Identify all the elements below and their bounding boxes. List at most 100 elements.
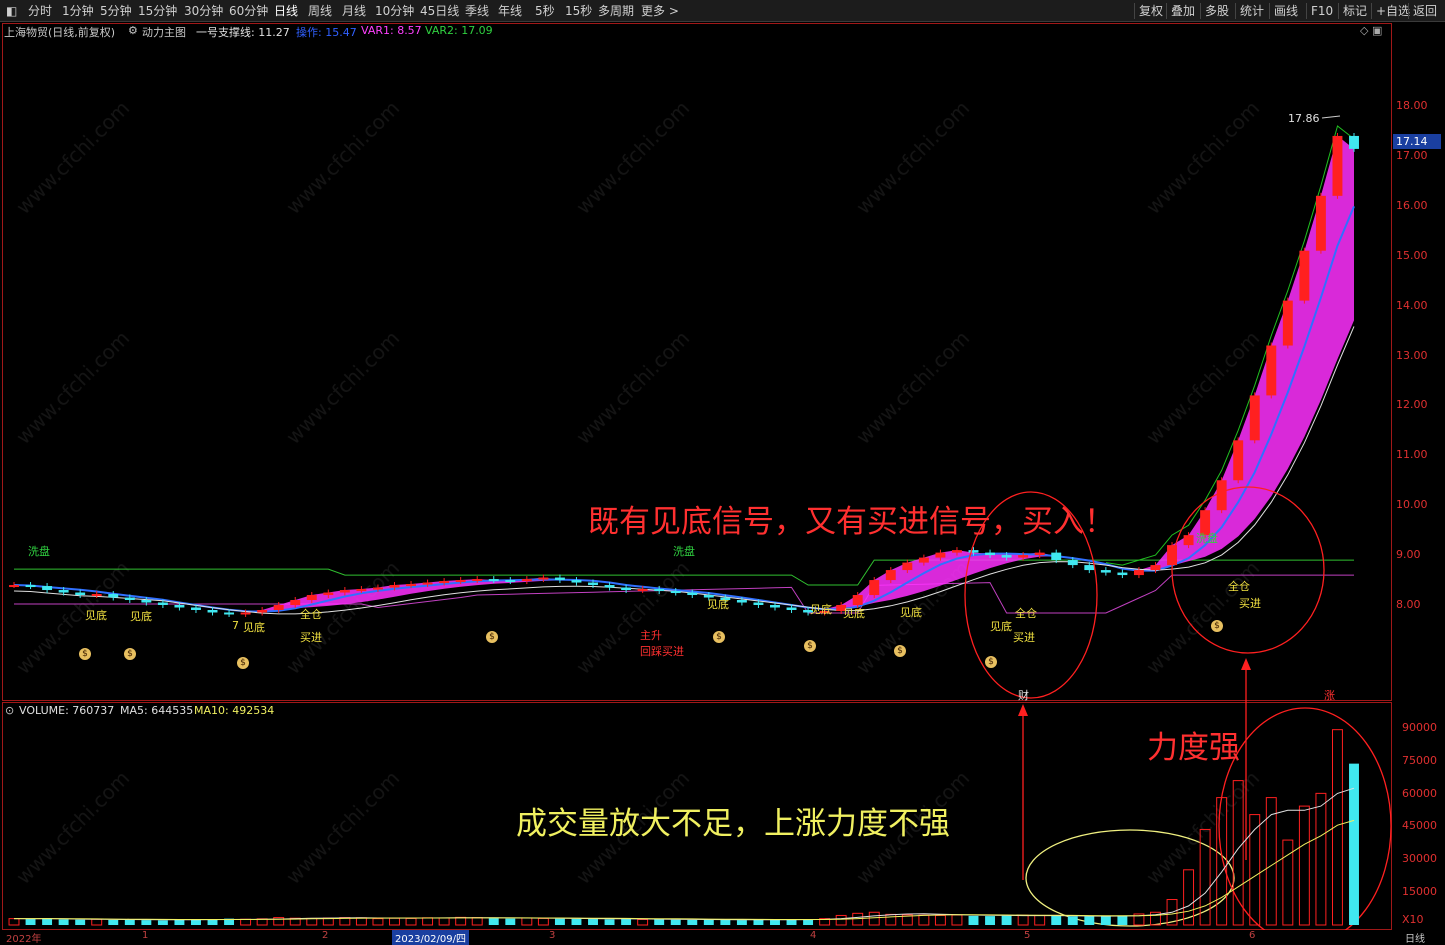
volume-bar — [207, 919, 218, 925]
candle-body — [157, 602, 168, 605]
volume-bar — [1100, 915, 1111, 925]
volume-bar — [951, 914, 963, 926]
money-bag-icon: $ — [985, 656, 997, 668]
annotation-arrow-head — [1018, 704, 1028, 716]
money-bag-icon: $ — [1211, 620, 1223, 632]
volume-bar — [8, 918, 20, 926]
candle-body — [306, 595, 317, 601]
candle-body — [604, 585, 615, 588]
buy-signal-annotation: 既有见底信号，又有买进信号，买入！ — [588, 504, 1115, 540]
candle-body — [207, 609, 218, 613]
candle-body — [770, 605, 780, 608]
candle-body — [1315, 195, 1326, 251]
candle-body — [869, 580, 880, 596]
candle-body — [1051, 552, 1062, 561]
volume-tick-label: 15000 — [1402, 885, 1437, 898]
candle-body — [257, 609, 268, 613]
volume-bar — [42, 918, 53, 925]
candle-body — [9, 585, 19, 588]
toolbar-separator — [1408, 3, 1409, 19]
price-tick-label: 12.00 — [1396, 398, 1428, 412]
highlight-circle — [1218, 707, 1392, 930]
candle-body — [786, 607, 797, 610]
price-tick-label: 15.00 — [1396, 248, 1428, 262]
candle-body — [372, 587, 383, 590]
volume-bar — [488, 918, 499, 925]
signal-quancang: 全仓 — [1228, 580, 1250, 593]
signal-mairu: 买进 — [1239, 597, 1261, 610]
candle-body — [191, 607, 201, 610]
signal-xipan: 洗盘 — [28, 545, 50, 558]
candle-body — [75, 592, 86, 596]
candle-body — [654, 589, 665, 592]
volume-bar — [75, 919, 86, 925]
money-bag-icon: $ — [804, 640, 816, 652]
price-tick-label: 9.00 — [1396, 548, 1421, 562]
volume-bar — [803, 919, 814, 925]
candle-body — [1249, 395, 1260, 441]
volume-bar — [141, 920, 152, 925]
volume-bar — [405, 917, 417, 926]
candle-body — [637, 589, 648, 592]
highlight-circle — [1025, 829, 1235, 927]
signal-jiandi: 见底 — [843, 607, 865, 620]
watermark-text: www.cfchi.com — [281, 766, 404, 889]
volume-bar — [25, 919, 36, 925]
volume-bar — [985, 916, 996, 925]
candle-body — [968, 550, 979, 553]
volume-bar — [240, 918, 252, 926]
candle-body — [885, 570, 896, 581]
last-price-flag: 17.14 — [1393, 134, 1441, 149]
signal-jiandi: 见底 — [900, 606, 922, 619]
candle-body — [58, 590, 69, 593]
candle-body — [521, 579, 532, 582]
price-tick-label: 8.00 — [1396, 598, 1421, 611]
candle-body — [455, 580, 466, 583]
volume-tick-label: X10 — [1402, 913, 1424, 926]
candle-body — [488, 579, 499, 582]
volume-bar — [621, 919, 632, 925]
watermark-text: www.cfchi.com — [571, 556, 694, 679]
candle-body — [621, 587, 632, 591]
candle-body — [1266, 345, 1277, 396]
strength-annotation: 力度强 — [1147, 730, 1240, 766]
volume-bar — [835, 914, 847, 926]
volume-bar — [174, 919, 185, 925]
candle-body — [687, 592, 698, 596]
volume-bar — [885, 913, 897, 926]
volume-bar — [1265, 797, 1277, 926]
toolbar-button-8[interactable]: 返回 — [1413, 3, 1437, 19]
volume-bar — [438, 917, 450, 926]
volume-bar — [736, 920, 747, 925]
watermark-text: www.cfchi.com — [281, 326, 404, 449]
candle-body — [42, 586, 53, 591]
candle-body — [356, 589, 367, 592]
candle-body — [174, 605, 185, 608]
price-tick-label: 10.00 — [1396, 498, 1428, 512]
volume-bar — [422, 917, 434, 926]
volume-bar — [670, 919, 681, 925]
candle-body — [124, 597, 135, 601]
volume-bar — [389, 917, 400, 926]
volume-bar — [372, 918, 384, 926]
price-tick-label: 16.00 — [1396, 198, 1428, 212]
volume-bar — [1117, 915, 1128, 925]
money-bag-icon: $ — [79, 648, 91, 660]
candle-body — [1117, 572, 1128, 576]
volume-bar — [654, 919, 665, 925]
price-tick-label: 14.00 — [1396, 298, 1428, 312]
volume-bar — [1349, 763, 1359, 925]
volume-bar — [124, 919, 135, 925]
candle-body — [224, 612, 235, 615]
volume-tick-label: 60000 — [1402, 787, 1437, 800]
volume-tick-label: 75000 — [1402, 754, 1437, 767]
watermark-text: www.cfchi.com — [571, 326, 694, 449]
volume-tick-label: 30000 — [1402, 852, 1437, 865]
volume-bar — [1017, 914, 1029, 926]
candle-body — [952, 550, 962, 553]
signal-zhusheng: 主升 — [640, 629, 662, 642]
candle-body — [985, 552, 996, 556]
candle-body — [1084, 565, 1095, 571]
price-tick-label: 11.00 — [1396, 448, 1428, 462]
candle-body — [439, 581, 450, 584]
